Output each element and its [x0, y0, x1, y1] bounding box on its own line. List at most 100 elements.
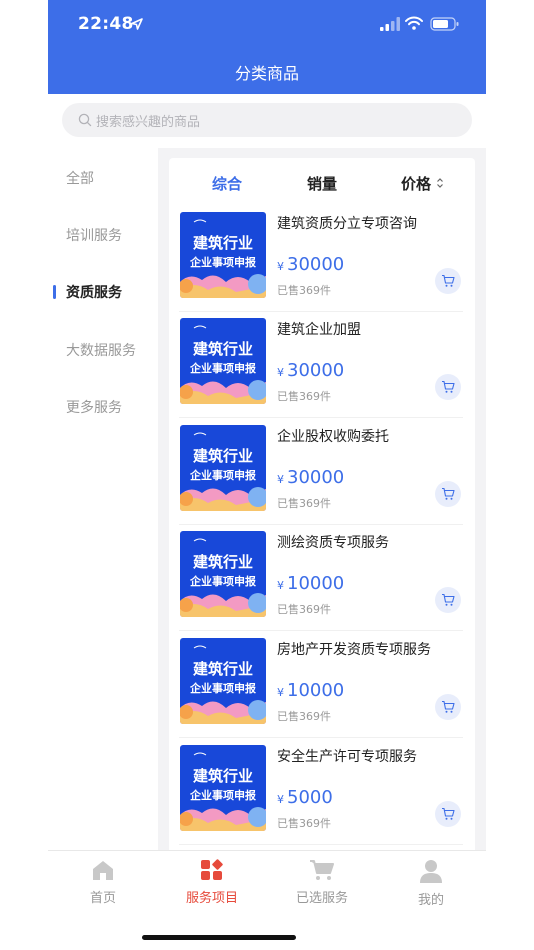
cart-icon: [442, 274, 455, 287]
thumbnail-subtitle: 企业事项申报: [190, 256, 256, 269]
currency-symbol: ¥: [277, 579, 284, 592]
thumbnail-subtitle: 企业事项申报: [190, 575, 256, 588]
home-icon: [93, 861, 113, 880]
product-name: 建筑企业加盟: [277, 322, 361, 338]
battery-icon: [430, 17, 459, 31]
thumbnail-title: 建筑行业: [192, 660, 253, 678]
status-time: 22:48: [78, 14, 134, 34]
thumbnail-subtitle: 企业事项申报: [190, 362, 256, 375]
category-sidebar: 全部 培训服务 资质服务 大数据服务 更多服务: [48, 148, 158, 850]
search-icon: [78, 113, 92, 127]
tab-services[interactable]: 服务项目: [172, 859, 252, 906]
product-price: ¥10000: [277, 680, 344, 701]
sort-comprehensive[interactable]: 综合: [212, 173, 242, 194]
thumbnail-title: 建筑行业: [192, 447, 253, 465]
thumbnail-title: 建筑行业: [192, 340, 253, 358]
search-bar-container: 搜索感兴趣的商品: [48, 94, 486, 148]
product-sold-count: 已售369件: [277, 817, 331, 830]
product-sold-count: 已售369件: [277, 284, 331, 297]
product-price: ¥30000: [277, 254, 344, 275]
thumbnail-subtitle: 企业事项申报: [190, 469, 256, 482]
cart-icon: [442, 487, 455, 500]
currency-symbol: ¥: [277, 686, 284, 699]
category-item-training[interactable]: 培训服务: [66, 225, 122, 245]
thumbnail-title: 建筑行业: [192, 234, 253, 252]
product-name: 企业股权收购委托: [277, 429, 389, 445]
product-thumbnail: 建筑行业企业事项申报: [180, 425, 266, 511]
add-to-cart-button[interactable]: [435, 268, 461, 294]
wifi-icon: [405, 16, 423, 30]
product-thumbnail: 建筑行业 企业事项申报: [180, 638, 266, 724]
tab-mine[interactable]: 我的: [391, 859, 471, 908]
add-to-cart-button[interactable]: [435, 694, 461, 720]
product-price-value: 10000: [287, 573, 345, 594]
add-to-cart-button[interactable]: [435, 587, 461, 613]
tab-mine-label: 我的: [417, 893, 444, 908]
product-price-value: 30000: [287, 467, 345, 488]
product-sold-count: 已售369件: [277, 710, 331, 723]
search-input[interactable]: 搜索感兴趣的商品: [62, 103, 472, 137]
product-sold-count: 已售369件: [277, 603, 331, 616]
product-panel: 综合 销量 价格 建筑行业 企业事项申报 建筑资质分立专项咨询 ¥30000 已售369…: [169, 158, 475, 858]
product-area: 综合 销量 价格 建筑行业 企业事项申报 建筑资质分立专项咨询 ¥30000 已售369…: [158, 148, 486, 858]
tab-home-label: 首页: [89, 891, 116, 906]
add-to-cart-button[interactable]: [435, 481, 461, 507]
product-thumbnail: 建筑行业企业事项申报: [180, 745, 266, 831]
product-name: 测绘资质专项服务: [277, 535, 389, 551]
user-icon: [420, 860, 442, 883]
home-indicator: [142, 935, 296, 940]
currency-symbol: ¥: [277, 793, 284, 806]
product-sold-count: 已售369件: [277, 497, 331, 510]
currency-symbol: ¥: [277, 366, 284, 379]
product-price: ¥30000: [277, 360, 344, 381]
sort-arrows-icon[interactable]: [436, 177, 444, 189]
cart-icon: [442, 807, 455, 820]
sort-price[interactable]: 价格: [401, 173, 431, 194]
category-item-all[interactable]: 全部: [66, 168, 94, 188]
product-price: ¥30000: [277, 467, 344, 488]
currency-symbol: ¥: [277, 473, 284, 486]
product-price: ¥10000: [277, 573, 344, 594]
tab-services-label: 服务项目: [185, 891, 238, 906]
add-to-cart-button[interactable]: [435, 374, 461, 400]
product-thumbnail: 建筑行业企业事项申报: [180, 318, 266, 404]
product-item[interactable]: 建筑行业 企业事项申报 建筑资质分立专项咨询 ¥30000 已售369件: [179, 206, 463, 312]
thumbnail-title: 建筑行业: [192, 767, 253, 785]
product-thumbnail: 建筑行业企业事项申报: [180, 531, 266, 617]
cart-icon: [442, 380, 455, 393]
search-placeholder: 搜索感兴趣的商品: [96, 115, 201, 130]
app-screen: 22:48 分类商品 搜索感兴趣的商品 全部 培训服务 资质服务 大数据服务 更…: [48, 0, 486, 950]
thumbnail-subtitle: 企业事项申报: [190, 789, 256, 802]
product-price: ¥5000: [277, 787, 333, 808]
category-item-bigdata[interactable]: 大数据服务: [66, 340, 136, 360]
product-item[interactable]: 建筑行业 企业事项申报 房地产开发资质专项服务 ¥10000 已售369件: [179, 632, 463, 738]
tab-selected-services-label: 已选服务: [295, 891, 348, 906]
cellular-signal-icon: [380, 17, 400, 31]
product-price-value: 10000: [287, 680, 345, 701]
category-item-more[interactable]: 更多服务: [66, 397, 122, 417]
tab-selected-services[interactable]: 已选服务: [282, 859, 362, 906]
product-item[interactable]: 建筑行业 企业事项申报 建筑企业加盟 ¥30000 已售369件: [179, 312, 463, 418]
product-item[interactable]: 建筑行业 企业事项申报 测绘资质专项服务 ¥10000 已售369件: [179, 525, 463, 631]
cart-icon: [442, 700, 455, 713]
product-sold-count: 已售369件: [277, 390, 331, 403]
sort-sales[interactable]: 销量: [307, 173, 337, 194]
add-to-cart-button[interactable]: [435, 801, 461, 827]
grid-icon: [201, 859, 223, 880]
location-arrow-icon: [131, 18, 143, 30]
category-item-qualification[interactable]: 资质服务: [66, 282, 122, 302]
product-name: 安全生产许可专项服务: [277, 749, 417, 765]
header: 22:48 分类商品: [48, 0, 486, 94]
cart-icon: [310, 860, 334, 880]
currency-symbol: ¥: [277, 260, 284, 273]
product-item[interactable]: 建筑行业 企业事项申报 安全生产许可专项服务 ¥5000 已售369件: [179, 739, 463, 845]
product-thumbnail: 建筑行业企业事项申报: [180, 212, 266, 298]
product-name: 建筑资质分立专项咨询: [277, 216, 417, 232]
cart-icon: [442, 593, 455, 606]
tab-home[interactable]: 首页: [63, 859, 143, 906]
product-price-value: 30000: [287, 360, 345, 381]
page-title: 分类商品: [234, 64, 299, 83]
product-price-value: 5000: [287, 787, 333, 808]
thumbnail-title: 建筑行业: [192, 553, 253, 571]
product-item[interactable]: 建筑行业 企业事项申报 企业股权收购委托 ¥30000 已售369件: [179, 419, 463, 525]
